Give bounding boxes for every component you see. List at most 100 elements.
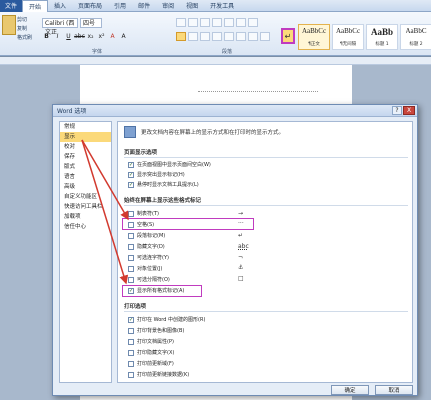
align-left-button[interactable] xyxy=(176,32,186,41)
multilevel-list-button[interactable] xyxy=(200,18,210,27)
nav-add-ins[interactable]: 加载项 xyxy=(60,212,111,222)
checkbox[interactable]: ✓ xyxy=(128,181,134,188)
bullets-button[interactable] xyxy=(176,18,186,27)
option-hidden-text[interactable]: 隐藏文字(D) xyxy=(128,243,165,250)
paragraph-row-bottom xyxy=(176,32,270,41)
nav-language[interactable]: 语言 xyxy=(60,172,111,182)
cut-button[interactable]: 剪切 xyxy=(17,16,32,25)
checkbox[interactable] xyxy=(128,327,134,334)
align-right-button[interactable] xyxy=(200,32,210,41)
copy-button[interactable]: 复制 xyxy=(17,25,32,34)
close-button[interactable]: X xyxy=(403,106,415,115)
file-tab[interactable]: 文件 xyxy=(0,0,22,12)
tab-mailings[interactable]: 邮件 xyxy=(132,0,156,12)
distributed-button[interactable] xyxy=(224,32,234,41)
nav-general[interactable]: 常规 xyxy=(60,122,111,132)
bold-button[interactable]: B xyxy=(42,32,51,41)
option-update-fields[interactable]: 打印前更新域(F) xyxy=(128,360,174,367)
paste-button[interactable] xyxy=(2,15,16,35)
tab-review[interactable]: 审阅 xyxy=(156,0,180,12)
hidden-text-glyph: abc xyxy=(238,243,249,250)
nav-typography[interactable]: 版式 xyxy=(60,162,111,172)
checkbox[interactable] xyxy=(128,232,134,239)
display-icon xyxy=(124,126,136,138)
nav-display[interactable]: 显示 xyxy=(60,132,111,142)
font-color-button[interactable]: A xyxy=(108,32,117,41)
help-button[interactable]: ? xyxy=(392,106,402,115)
option-tab-characters[interactable]: 制表符(T) xyxy=(128,210,159,217)
option-label: 打印背景色和图像(B) xyxy=(137,328,185,334)
checkbox[interactable] xyxy=(128,254,134,261)
subscript-button[interactable]: x₂ xyxy=(86,32,95,41)
align-center-button[interactable] xyxy=(188,32,198,41)
style-no-spacing[interactable]: AaBbCc ¶无间隔 xyxy=(332,24,364,50)
checkbox[interactable] xyxy=(128,265,134,272)
highlight-show-all-option xyxy=(122,285,202,297)
option-optional-breaks[interactable]: 可选分隔符(O) xyxy=(128,276,170,283)
option-print-hidden-text[interactable]: 打印隐藏文字(X) xyxy=(128,349,174,356)
ok-button[interactable]: 确定 xyxy=(331,385,369,395)
nav-quick-access-toolbar[interactable]: 快速访问工具栏 xyxy=(60,202,111,212)
option-print-drawings[interactable]: ✓ 打印在 Word 中创建的图形(R) xyxy=(128,316,205,323)
borders-button[interactable] xyxy=(260,32,270,41)
option-print-background[interactable]: 打印背景色和图像(B) xyxy=(128,327,184,334)
checkbox[interactable] xyxy=(128,210,134,217)
checkbox[interactable]: ✓ xyxy=(128,171,134,178)
strikethrough-button[interactable]: abc xyxy=(74,32,85,41)
font-size-select[interactable]: 四号 xyxy=(80,18,102,28)
option-update-links[interactable]: 打印前更新链接数据(K) xyxy=(128,371,189,378)
chinese-layout-button[interactable] xyxy=(236,18,246,27)
underline-button[interactable]: U xyxy=(64,32,73,41)
horizontal-ruler[interactable] xyxy=(0,57,431,65)
superscript-button[interactable]: x² xyxy=(97,32,106,41)
font-name-select[interactable]: Calibri (西文正 xyxy=(42,18,78,36)
style-normal[interactable]: AaBbCc ¶正文 xyxy=(298,24,330,50)
option-tooltips[interactable]: ✓ 悬停时显示文档工具提示(L) xyxy=(128,181,199,188)
checkbox[interactable] xyxy=(128,243,134,250)
option-optional-hyphens[interactable]: 可选连字符(Y) xyxy=(128,254,169,261)
nav-proofing[interactable]: 校对 xyxy=(60,142,111,152)
checkbox[interactable] xyxy=(128,371,134,378)
section-format-marks: 始终在屏幕上显示这些格式标记 xyxy=(124,198,202,204)
tab-home[interactable]: 开始 xyxy=(22,0,49,12)
char-shading-button[interactable]: A xyxy=(119,32,128,41)
tab-page-layout[interactable]: 页面布局 xyxy=(72,0,108,12)
nav-customize-ribbon[interactable]: 自定义功能区 xyxy=(60,192,111,202)
italic-button[interactable]: I xyxy=(53,32,62,41)
tab-developer[interactable]: 开发工具 xyxy=(204,0,240,12)
style-heading-1[interactable]: AaBb 标题 1 xyxy=(366,24,398,50)
display-options-panel: 更改文档内容在屏幕上的显示方式和在打印时的显示方式。 页面显示选项 ✓ 在页面视… xyxy=(117,121,413,383)
checkbox[interactable] xyxy=(128,349,134,356)
ribbon-tab-bar: 文件 开始 插入 页面布局 引用 邮件 审阅 视图 开发工具 xyxy=(0,0,431,12)
checkbox[interactable] xyxy=(128,338,134,345)
option-label: 在页面视图中显示页面间空白(W) xyxy=(137,162,211,168)
option-highlight-marks[interactable]: ✓ 显示突出显示标记(H) xyxy=(128,171,185,178)
nav-advanced[interactable]: 高级 xyxy=(60,182,111,192)
tab-view[interactable]: 视图 xyxy=(180,0,204,12)
justify-button[interactable] xyxy=(212,32,222,41)
checkbox[interactable]: ✓ xyxy=(128,161,134,168)
style-heading-2[interactable]: AaBbC 标题 2 xyxy=(400,24,431,50)
nav-trust-center[interactable]: 信任中心 xyxy=(60,222,111,232)
style-preview: AaBbCc xyxy=(335,27,361,35)
show-hide-marks-button[interactable]: ↵ xyxy=(281,28,295,44)
increase-indent-button[interactable] xyxy=(224,18,234,27)
nav-save[interactable]: 保存 xyxy=(60,152,111,162)
cancel-button[interactable]: 取消 xyxy=(375,385,413,395)
format-painter-button[interactable]: 格式刷 xyxy=(17,34,32,43)
shading-button[interactable] xyxy=(248,32,258,41)
checkbox[interactable]: ✓ xyxy=(128,316,134,323)
tab-references[interactable]: 引用 xyxy=(108,0,132,12)
checkbox[interactable] xyxy=(128,276,134,283)
option-label: 打印在 Word 中创建的图形(R) xyxy=(137,317,206,323)
sort-button[interactable] xyxy=(248,18,258,27)
option-object-anchors[interactable]: 对象位置(J) xyxy=(128,265,162,272)
numbering-button[interactable] xyxy=(188,18,198,27)
decrease-indent-button[interactable] xyxy=(212,18,222,27)
checkbox[interactable] xyxy=(128,360,134,367)
tab-insert[interactable]: 插入 xyxy=(48,0,72,12)
option-print-properties[interactable]: 打印文档属性(P) xyxy=(128,338,174,345)
line-spacing-button[interactable] xyxy=(236,32,246,41)
option-paragraph-marks[interactable]: 段落标记(M) xyxy=(128,232,165,239)
option-page-whitespace[interactable]: ✓ 在页面视图中显示页面间空白(W) xyxy=(128,161,211,168)
